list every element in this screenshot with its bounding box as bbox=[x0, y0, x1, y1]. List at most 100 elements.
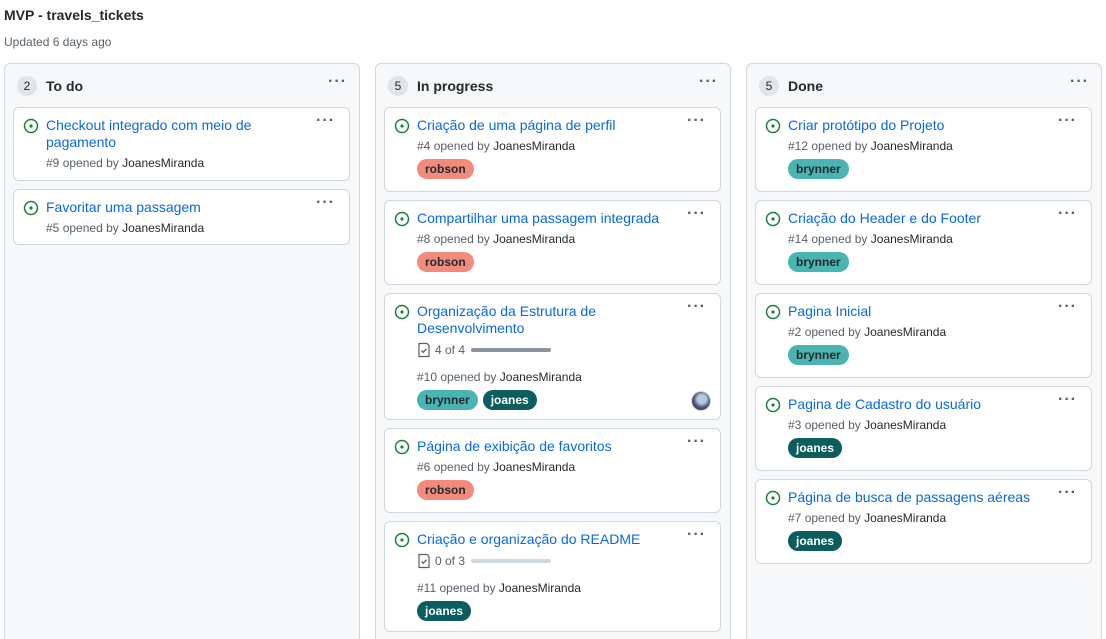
issue-card[interactable]: Página de busca de passagens aéreas ··· #7… bbox=[755, 479, 1092, 564]
issue-author-link[interactable]: JoanesMiranda bbox=[493, 139, 575, 153]
project-title: MVP - travels_tickets bbox=[4, 7, 144, 23]
issue-number: #7 bbox=[788, 511, 802, 525]
opened-by-text: opened by bbox=[804, 325, 861, 339]
issue-opened-icon bbox=[765, 304, 781, 320]
issue-author-link[interactable]: JoanesMiranda bbox=[499, 581, 581, 595]
column-in-progress: 5 In progress ··· Criação de uma página de … bbox=[375, 63, 731, 639]
label-joanes[interactable]: joanes bbox=[788, 438, 843, 458]
label-joanes[interactable]: joanes bbox=[417, 601, 472, 621]
issue-author-link[interactable]: JoanesMiranda bbox=[493, 232, 575, 246]
issue-card[interactable]: Compartilhar uma passagem integrada ··· #8… bbox=[384, 200, 721, 285]
issue-card[interactable]: Organização da Estrutura de Desenvolvime… bbox=[384, 293, 721, 420]
issue-card[interactable]: Criar protótipo do Projeto ··· #12 opened … bbox=[755, 107, 1092, 192]
column-count-badge: 2 bbox=[17, 76, 37, 96]
issue-author-link[interactable]: JoanesMiranda bbox=[122, 156, 204, 170]
label-list: robson bbox=[417, 252, 474, 272]
issue-author-link[interactable]: JoanesMiranda bbox=[864, 325, 946, 339]
issue-number: #10 bbox=[417, 370, 438, 384]
issue-card[interactable]: Página de exibição de favoritos ··· #6 ope… bbox=[384, 428, 721, 513]
issue-author-link[interactable]: JoanesMiranda bbox=[864, 418, 946, 432]
column-menu-icon[interactable]: ··· bbox=[699, 74, 718, 90]
issue-title-link[interactable]: Compartilhar uma passagem integrada bbox=[417, 210, 672, 227]
card-menu-icon[interactable]: ··· bbox=[316, 195, 335, 211]
label-joanes[interactable]: joanes bbox=[788, 531, 843, 551]
card-menu-icon[interactable]: ··· bbox=[1058, 113, 1077, 129]
card-menu-icon[interactable]: ··· bbox=[1058, 299, 1077, 315]
card-menu-icon[interactable]: ··· bbox=[1058, 392, 1077, 408]
task-progress-bar bbox=[471, 348, 552, 352]
task-count: 4 of 4 bbox=[435, 343, 466, 357]
issue-title-link[interactable]: Criar protótipo do Projeto bbox=[788, 117, 1043, 134]
label-list: brynner bbox=[788, 345, 849, 365]
assignee-avatar[interactable] bbox=[691, 391, 711, 411]
column-menu-icon[interactable]: ··· bbox=[1070, 74, 1089, 90]
issue-author-link[interactable]: JoanesMiranda bbox=[122, 221, 204, 235]
card-menu-icon[interactable]: ··· bbox=[687, 527, 706, 543]
issue-title-link[interactable]: Pagina Inicial bbox=[788, 303, 1043, 320]
card-menu-icon[interactable]: ··· bbox=[687, 113, 706, 129]
card-menu-icon[interactable]: ··· bbox=[1058, 485, 1077, 501]
card-menu-icon[interactable]: ··· bbox=[687, 206, 706, 222]
opened-by-text: opened by bbox=[439, 581, 496, 595]
label-robson[interactable]: robson bbox=[417, 480, 474, 500]
project-header: MVP - travels_tickets Updated 6 days ago bbox=[4, 6, 144, 49]
label-list: robson bbox=[417, 159, 474, 179]
issue-author-link[interactable]: JoanesMiranda bbox=[871, 139, 953, 153]
issue-title-link[interactable]: Favoritar uma passagem bbox=[46, 199, 301, 216]
card-menu-icon[interactable]: ··· bbox=[316, 113, 335, 129]
issue-title-link[interactable]: Pagina de Cadastro do usuário bbox=[788, 396, 1043, 413]
issue-author-link[interactable]: JoanesMiranda bbox=[864, 511, 946, 525]
issue-card[interactable]: Pagina Inicial ··· #2 opened by JoanesMira… bbox=[755, 293, 1092, 378]
label-list: robson bbox=[417, 480, 474, 500]
issue-meta: #3 opened by JoanesMiranda bbox=[788, 417, 946, 433]
issue-meta: #4 opened by JoanesMiranda bbox=[417, 138, 575, 154]
card-menu-icon[interactable]: ··· bbox=[687, 434, 706, 450]
card-menu-icon[interactable]: ··· bbox=[1058, 206, 1077, 222]
issue-author-link[interactable]: JoanesMiranda bbox=[493, 460, 575, 474]
label-brynner[interactable]: brynner bbox=[788, 345, 849, 365]
issue-meta: #10 opened by JoanesMiranda bbox=[417, 369, 582, 385]
column-to-do: 2 To do ··· Checkout integrado com meio de … bbox=[4, 63, 360, 639]
issue-title-link[interactable]: Página de busca de passagens aéreas bbox=[788, 489, 1043, 506]
issue-meta: #7 opened by JoanesMiranda bbox=[788, 510, 946, 526]
issue-card[interactable]: Criação e organização do README ··· 0 of 3… bbox=[384, 521, 721, 632]
issue-title-link[interactable]: Criação e organização do README bbox=[417, 531, 672, 548]
issue-author-link[interactable]: JoanesMiranda bbox=[871, 232, 953, 246]
issue-number: #11 bbox=[417, 581, 437, 595]
issue-card[interactable]: Favoritar uma passagem ··· #5 opened by Jo… bbox=[13, 189, 350, 245]
issue-card[interactable]: Checkout integrado com meio de pagamento… bbox=[13, 107, 350, 181]
issue-title-link[interactable]: Organização da Estrutura de Desenvolvime… bbox=[417, 303, 672, 337]
label-robson[interactable]: robson bbox=[417, 252, 474, 272]
label-list: brynner bbox=[788, 252, 849, 272]
column-header: 5 Done ··· bbox=[747, 64, 1101, 106]
issue-meta: #14 opened by JoanesMiranda bbox=[788, 231, 953, 247]
issue-meta: #11 opened by JoanesMiranda bbox=[417, 580, 581, 596]
column-count-badge: 5 bbox=[759, 76, 779, 96]
issue-opened-icon bbox=[394, 211, 410, 227]
issue-meta: #8 opened by JoanesMiranda bbox=[417, 231, 575, 247]
issue-title-link[interactable]: Criação de uma página de perfil bbox=[417, 117, 672, 134]
task-progress-bar bbox=[471, 559, 552, 563]
issue-title-link[interactable]: Criação do Header e do Footer bbox=[788, 210, 1043, 227]
issue-card[interactable]: Criação de uma página de perfil ··· #4 ope… bbox=[384, 107, 721, 192]
issue-opened-icon bbox=[23, 118, 39, 134]
issue-number: #8 bbox=[417, 232, 431, 246]
column-menu-icon[interactable]: ··· bbox=[328, 74, 347, 90]
label-brynner[interactable]: brynner bbox=[417, 390, 478, 410]
checklist-icon bbox=[417, 553, 431, 569]
issue-opened-icon bbox=[765, 118, 781, 134]
label-joanes[interactable]: joanes bbox=[482, 390, 537, 410]
label-brynner[interactable]: brynner bbox=[788, 252, 849, 272]
label-list: brynner joanes bbox=[417, 390, 537, 410]
issue-title-link[interactable]: Checkout integrado com meio de pagamento bbox=[46, 117, 301, 151]
card-menu-icon[interactable]: ··· bbox=[687, 299, 706, 315]
label-brynner[interactable]: brynner bbox=[788, 159, 849, 179]
issue-number: #12 bbox=[788, 139, 809, 153]
issue-author-link[interactable]: JoanesMiranda bbox=[500, 370, 582, 384]
label-robson[interactable]: robson bbox=[417, 159, 474, 179]
issue-title-link[interactable]: Página de exibição de favoritos bbox=[417, 438, 672, 455]
issue-card[interactable]: Criação do Header e do Footer ··· #14 open… bbox=[755, 200, 1092, 285]
issue-card[interactable]: Pagina de Cadastro do usuário ··· #3 opene… bbox=[755, 386, 1092, 471]
label-list: joanes bbox=[788, 438, 843, 458]
task-count: 0 of 3 bbox=[435, 554, 466, 568]
